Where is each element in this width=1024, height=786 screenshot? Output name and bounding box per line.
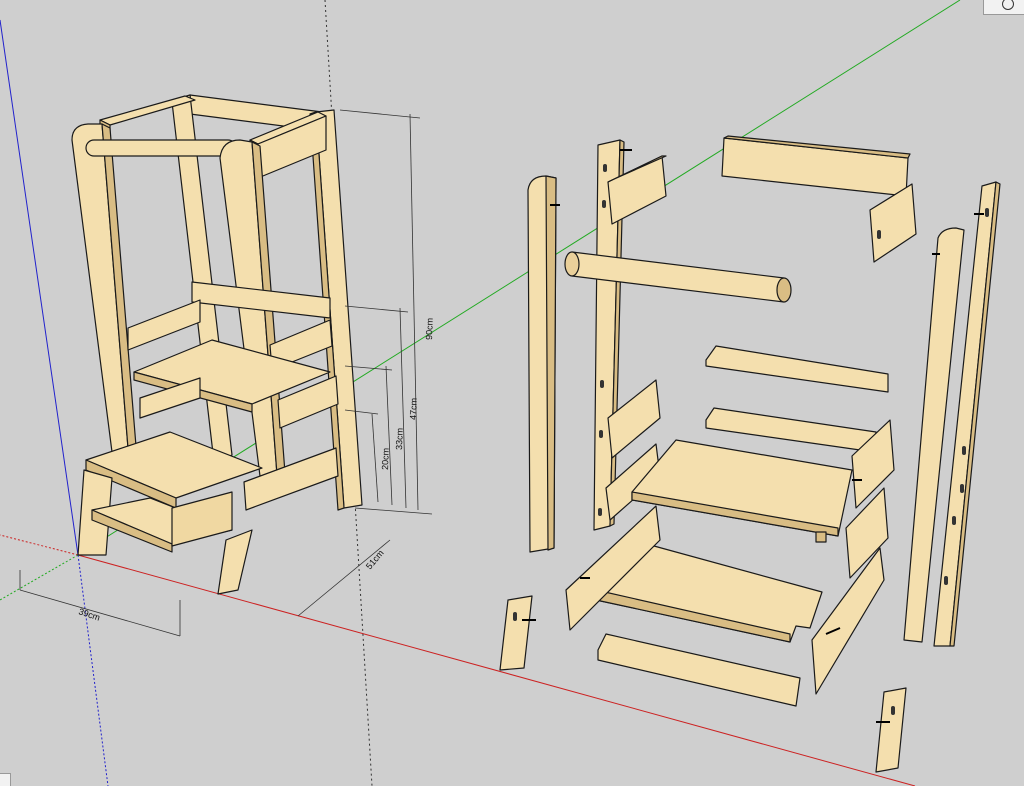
mid-left-rail [127, 299, 201, 351]
dim-height-33: 33cm [394, 428, 405, 450]
part-slat-1 [705, 345, 889, 393]
part-middle-step [631, 439, 853, 537]
dim-width: 39cm [77, 606, 101, 622]
base-right-front [171, 491, 233, 547]
assembled-tower [71, 94, 363, 595]
dim-height-47: 47cm [408, 398, 419, 420]
handle-bar [85, 139, 237, 157]
orbit-icon[interactable] [983, 0, 1024, 15]
part-bottom-slat [597, 633, 801, 707]
cad-viewport[interactable]: 90cm 47cm 33cm 20cm 51cm 39cm [0, 0, 1024, 786]
base-right-foot [217, 529, 253, 595]
exploded-parts [499, 135, 1001, 773]
dim-depth: 51cm [364, 548, 386, 571]
corner-icon [0, 773, 11, 786]
blue-axis-neg [77, 554, 109, 786]
red-axis-neg [0, 534, 79, 556]
dim-height-total: 90cm [424, 318, 435, 340]
part-slat-2 [705, 407, 877, 453]
part-foot-right [875, 687, 907, 773]
part-foot-left [499, 595, 533, 671]
part-right-rail-base [811, 547, 885, 695]
part-right-top-rail [869, 183, 917, 263]
dim-height-20: 20cm [380, 448, 391, 470]
part-left-leg-side [545, 175, 557, 551]
blue-axis [0, 19, 79, 556]
green-axis-neg [0, 554, 79, 601]
